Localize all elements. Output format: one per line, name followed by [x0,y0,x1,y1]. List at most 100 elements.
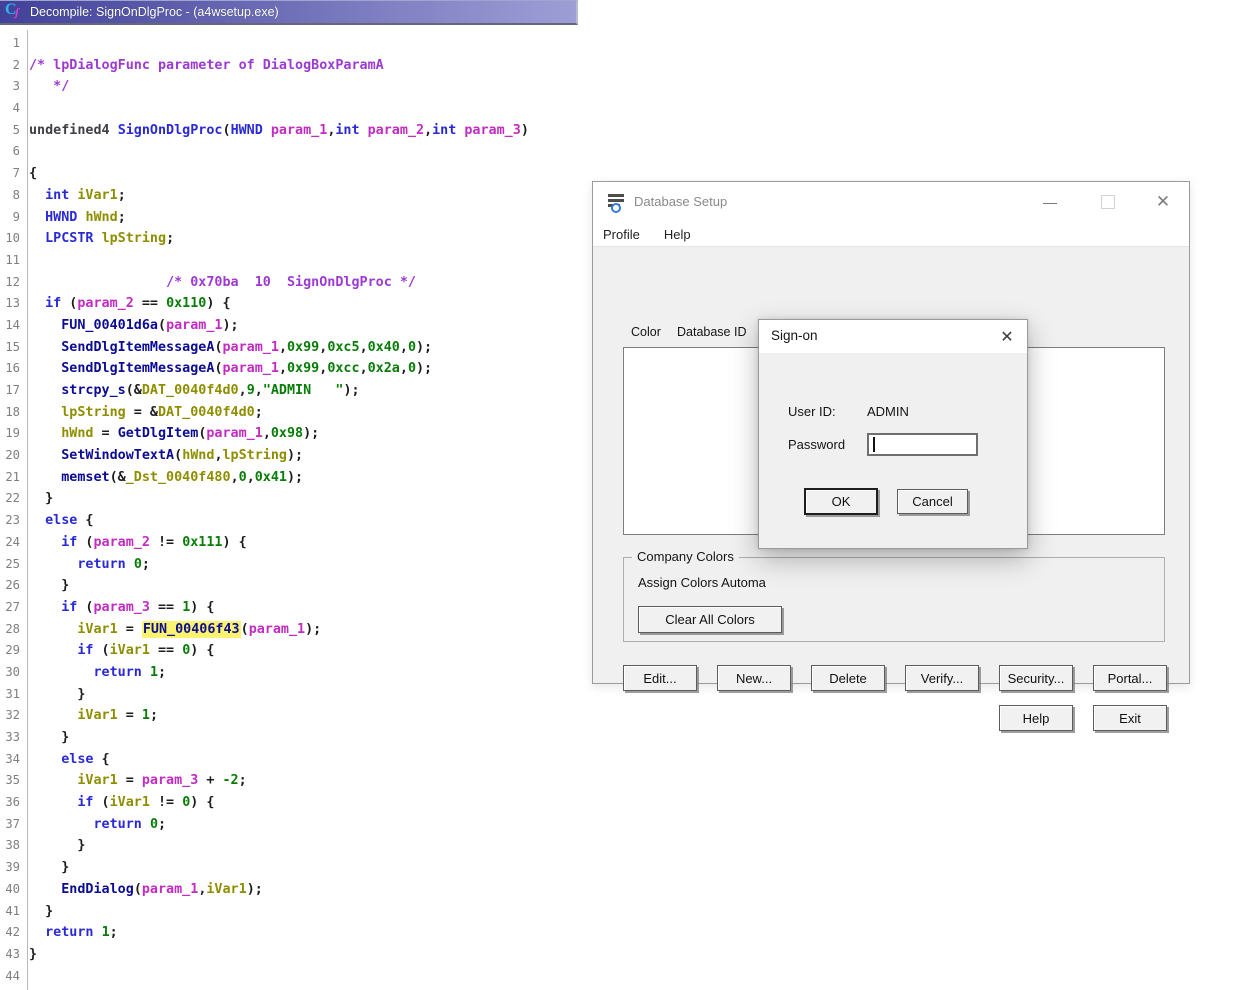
line-number: 28 [0,619,20,641]
edit-button[interactable]: Edit... [623,665,697,691]
verify-button[interactable]: Verify... [905,665,979,691]
code-line: LPCSTR lpString; [29,228,594,250]
delete-button[interactable]: Delete [811,665,885,691]
maximize-button[interactable] [1091,182,1125,222]
code-line: } [29,901,594,923]
line-number: 2 [0,55,20,77]
line-number: 37 [0,814,20,836]
column-header-database-id[interactable]: Database ID [677,325,746,339]
code-line: lpString = &DAT_0040f4d0; [29,402,594,424]
line-number: 1 [0,33,20,55]
line-number: 16 [0,358,20,380]
code-line: return 1; [29,922,594,944]
menu-profile[interactable]: Profile [603,227,640,242]
exit-button[interactable]: Exit [1093,705,1167,731]
line-number: 34 [0,749,20,771]
code-line: undefined4 SignOnDlgProc(HWND param_1,in… [29,120,594,142]
assign-colors-label: Assign Colors Automa [638,575,766,590]
gutter-divider [27,30,28,990]
user-id-label: User ID: [788,404,836,419]
code-line: EndDialog(param_1,iVar1); [29,879,594,901]
line-number: 15 [0,337,20,359]
screenshot-canvas: C ʃ Decompile: SignOnDlgProc - (a4wsetup… [0,0,1234,990]
company-colors-group: Company Colors Assign Colors Automa Clea… [623,557,1165,642]
code-line: if (param_2 != 0x111) { [29,532,594,554]
code-line [29,966,594,988]
database-setup-app-icon [608,194,626,210]
clear-all-colors-button[interactable]: Clear All Colors [638,606,782,633]
code-line: return 0; [29,554,594,576]
line-number: 26 [0,575,20,597]
code-line: } [29,835,594,857]
code-line [29,250,594,272]
code-line: hWnd = GetDlgItem(param_1,0x98); [29,423,594,445]
line-number: 38 [0,835,20,857]
company-colors-label: Company Colors [632,549,739,564]
column-header-color[interactable]: Color [631,325,661,339]
code-line: SendDlgItemMessageA(param_1,0x99,0xc5,0x… [29,337,594,359]
line-number: 36 [0,792,20,814]
line-number: 43 [0,944,20,966]
line-number: 6 [0,141,20,163]
code-line: } [29,488,594,510]
password-input[interactable] [867,433,978,456]
code-line: return 1; [29,662,594,684]
db-titlebar[interactable]: Database Setup — ✕ [593,182,1189,222]
line-number: 41 [0,901,20,923]
code-line: return 0; [29,814,594,836]
code-line [29,141,594,163]
line-number: 4 [0,98,20,120]
code-line: iVar1 = param_3 + -2; [29,770,594,792]
cancel-button[interactable]: Cancel [897,489,968,514]
code-line: FUN_00401d6a(param_1); [29,315,594,337]
line-number: 17 [0,380,20,402]
db-close-button[interactable]: ✕ [1146,182,1180,222]
code-line: int iVar1; [29,185,594,207]
signon-close-button[interactable]: ✕ [987,320,1027,353]
user-id-value: ADMIN [867,404,909,419]
line-number: 12 [0,272,20,294]
code-line: iVar1 = FUN_00406f43(param_1); [29,619,594,641]
security-button[interactable]: Security... [999,665,1073,691]
line-number: 40 [0,879,20,901]
code-line: SendDlgItemMessageA(param_1,0x99,0xcc,0x… [29,358,594,380]
line-number: 39 [0,857,20,879]
code-line [29,33,594,55]
line-number: 10 [0,228,20,250]
line-number: 5 [0,120,20,142]
signon-dialog: Sign-on ✕ User ID: ADMIN Password OK Can… [758,319,1028,549]
portal-button[interactable]: Portal... [1093,665,1167,691]
decompile-titlebar[interactable]: C ʃ Decompile: SignOnDlgProc - (a4wsetup… [0,0,578,25]
line-number: 11 [0,250,20,272]
code-line: { [29,163,594,185]
db-menubar: Profile Help [593,222,1189,246]
line-number: 8 [0,185,20,207]
code-line: } [29,727,594,749]
line-number: 33 [0,727,20,749]
line-number: 42 [0,922,20,944]
signon-titlebar[interactable]: Sign-on ✕ [759,320,1027,353]
line-number: 23 [0,510,20,532]
code-line: if (param_3 == 1) { [29,597,594,619]
line-number: 32 [0,705,20,727]
code-line: strcpy_s(&DAT_0040f4d0,9,"ADMIN "); [29,380,594,402]
maximize-icon [1101,195,1115,209]
new-button[interactable]: New... [717,665,791,691]
line-number: 29 [0,640,20,662]
minimize-button[interactable]: — [1033,182,1067,222]
code-line: /* 0x70ba 10 SignOnDlgProc */ [29,272,594,294]
code-line: if (iVar1 != 0) { [29,792,594,814]
line-number: 22 [0,488,20,510]
line-number: 44 [0,966,20,988]
line-number: 3 [0,76,20,98]
password-label: Password [788,437,845,452]
menu-help[interactable]: Help [664,227,691,242]
ok-button[interactable]: OK [804,488,878,515]
code-line: /* lpDialogFunc parameter of DialogBoxPa… [29,55,594,77]
code-line: */ [29,76,594,98]
text-caret [873,437,875,452]
line-number: 9 [0,207,20,229]
help-button[interactable]: Help [999,705,1073,731]
line-number: 30 [0,662,20,684]
decompiled-code[interactable]: /* lpDialogFunc parameter of DialogBoxPa… [29,33,594,987]
